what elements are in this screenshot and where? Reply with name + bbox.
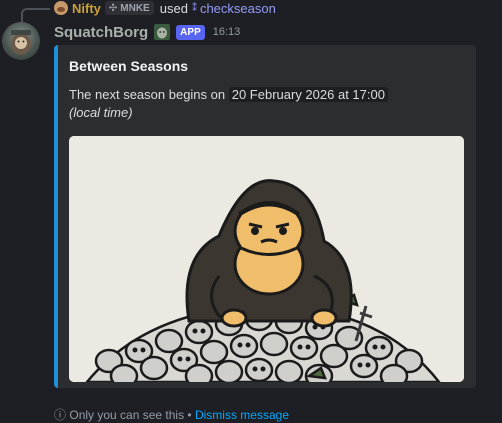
avatar[interactable] [2,22,40,60]
embed-image[interactable] [69,136,464,382]
info-icon: ⓘ [54,408,67,422]
embed-date-code: 20 February 2026 at 17:00 [228,87,388,102]
embed-title: Between Seasons [69,58,189,74]
ephemeral-footer: ⓘ Only you can see this • Dismiss messag… [54,406,289,423]
guild-tag-label: MNKE [120,2,150,14]
guild-tag-icon: ✣ [108,2,118,14]
slash-command-link[interactable]: ⁑ checkseason [192,1,276,16]
embed-desc-prefix: The next season begins on [69,87,226,102]
reply-used-text: used [159,0,188,16]
role-emblem-icon [153,23,171,41]
author-name[interactable]: SquatchBorg [54,24,148,41]
message-timestamp[interactable]: 16:13 [213,26,241,38]
reply-connector [21,8,50,22]
gorilla-on-skulls-illustration [69,136,464,382]
footer-text: Only you can see this • [69,408,192,422]
author-row: SquatchBorg APP 16:13 [54,23,240,41]
avatar-creature-icon [11,30,31,55]
reply-avatar[interactable] [54,1,68,15]
embed-note: (local time) [69,105,133,120]
app-badge: APP [176,24,205,40]
embed-description: The next season begins on 20 February 20… [69,86,459,122]
reply-user-name[interactable]: Nifty [72,1,101,16]
embed-card: Between Seasons The next season begins o… [54,45,476,388]
slash-command-name: checkseason [199,0,276,16]
guild-tag[interactable]: ✣ MNKE [104,1,154,15]
dismiss-message-link[interactable]: Dismiss message [195,408,289,422]
slash-command-icon: ⁑ [191,2,197,14]
reply-header: Nifty ✣ MNKE used ⁑ checkseason [54,0,276,16]
